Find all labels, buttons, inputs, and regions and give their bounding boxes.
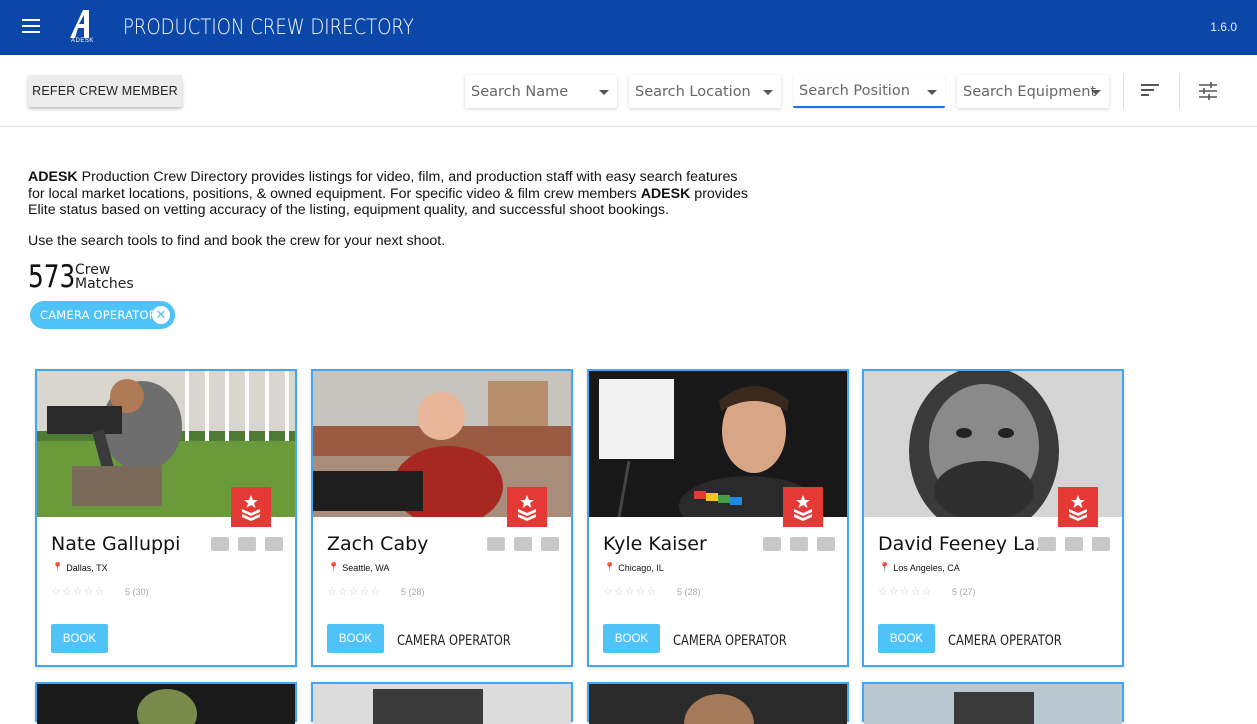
camera-equipment-icon: [1038, 537, 1056, 551]
location-pin-icon: 📍: [328, 562, 340, 572]
crew-card[interactable]: Kyle Kaiser 📍 Chicago, IL ☆☆☆☆☆ 5 (28) BO…: [587, 369, 849, 667]
brand-name: ADESK: [640, 185, 691, 202]
rating-count: 5 (28): [401, 587, 425, 597]
crew-position: CAMERA OPERATOR: [673, 633, 787, 649]
star-rating: ☆☆☆☆☆: [603, 586, 658, 598]
equipment-icons: [487, 537, 559, 551]
crew-photo: [37, 684, 295, 724]
crew-location: 📍 Dallas, TX: [52, 562, 108, 573]
vehicle-equipment-icon: [541, 537, 559, 551]
book-button[interactable]: BOOK: [878, 624, 935, 653]
match-label-line: Matches: [75, 276, 134, 292]
search-position-placeholder: Search Position: [799, 82, 910, 99]
crew-card[interactable]: Nate Galluppi 📍 Dallas, TX ☆☆☆☆☆ 5 (30) B…: [35, 369, 297, 667]
version-label: 1.6.0: [1210, 20, 1237, 34]
brand-name: ADESK: [28, 169, 78, 185]
lighting-equipment-icon: [514, 537, 532, 551]
search-name-placeholder: Search Name: [471, 83, 569, 100]
match-count-label: Crew Matches: [75, 263, 134, 291]
lighting-equipment-icon: [1065, 537, 1083, 551]
location-text: Los Angeles, CA: [893, 562, 960, 573]
location-text: Seattle, WA: [342, 562, 390, 573]
dropdown-caret-icon: [763, 90, 773, 95]
active-filter-chip[interactable]: CAMERA OPERATOR ✕: [30, 301, 175, 329]
vehicle-equipment-icon: [817, 537, 835, 551]
crew-name: David Feeney La...: [878, 533, 1048, 555]
elite-badge: [1058, 487, 1098, 527]
crew-location: 📍 Chicago, IL: [604, 562, 664, 573]
star-rating: ☆☆☆☆☆: [51, 586, 106, 598]
page-title: PRODUCTION CREW DIRECTORY: [123, 15, 414, 39]
match-count: 573: [28, 259, 76, 295]
crew-photo: [864, 684, 1122, 724]
elite-badge: [231, 487, 271, 527]
vehicle-equipment-icon: [265, 537, 283, 551]
location-text: Chicago, IL: [618, 562, 664, 573]
location-text: Dallas, TX: [66, 562, 108, 573]
toolbar-divider: [1179, 73, 1180, 109]
equipment-icons: [211, 537, 283, 551]
rating-count: 5 (28): [677, 587, 701, 597]
sort-icon[interactable]: [1141, 84, 1159, 98]
close-icon[interactable]: ✕: [152, 306, 170, 324]
crew-location: 📍 Los Angeles, CA: [879, 562, 960, 573]
dropdown-caret-icon: [599, 90, 609, 95]
crew-card[interactable]: [311, 682, 573, 724]
lighting-equipment-icon: [238, 537, 256, 551]
search-position-select[interactable]: Search Position: [793, 75, 945, 108]
rating-count: 5 (27): [952, 587, 976, 597]
search-equipment-select[interactable]: Search Equipment: [957, 75, 1109, 108]
search-location-select[interactable]: Search Location: [629, 75, 781, 108]
book-button[interactable]: BOOK: [603, 624, 660, 653]
equipment-icons: [1038, 537, 1110, 551]
elite-badge: [507, 487, 547, 527]
book-button[interactable]: BOOK: [51, 624, 108, 653]
crew-name: Nate Galluppi: [51, 533, 181, 555]
intro-paragraph: ADESK Production Crew Directory provides…: [28, 169, 748, 219]
crew-name: Zach Caby: [327, 533, 429, 555]
elite-badge: [783, 487, 823, 527]
search-equipment-placeholder: Search Equipment: [963, 83, 1097, 100]
refer-crew-member-button[interactable]: REFER CREW MEMBER: [28, 75, 182, 107]
crew-photo: [589, 684, 847, 724]
crew-card[interactable]: [862, 682, 1124, 724]
menu-icon[interactable]: [22, 19, 40, 35]
crew-name: Kyle Kaiser: [603, 533, 707, 555]
camera-equipment-icon: [487, 537, 505, 551]
crew-position: CAMERA OPERATOR: [397, 633, 511, 649]
crew-location: 📍 Seattle, WA: [328, 562, 389, 573]
dropdown-caret-icon: [927, 90, 937, 95]
filter-toolbar: REFER CREW MEMBER Search Name Search Loc…: [0, 55, 1257, 127]
crew-card[interactable]: [587, 682, 849, 724]
crew-card[interactable]: David Feeney La... 📍 Los Angeles, CA ☆☆☆☆…: [862, 369, 1124, 667]
chip-label: CAMERA OPERATOR: [40, 308, 157, 322]
match-label-line: Crew: [75, 262, 111, 278]
intro-cta: Use the search tools to find and book th…: [28, 233, 446, 249]
star-rating: ☆☆☆☆☆: [878, 586, 933, 598]
camera-equipment-icon: [763, 537, 781, 551]
dropdown-caret-icon: [1091, 90, 1101, 95]
location-pin-icon: 📍: [879, 562, 891, 572]
logo-text: ADESK: [71, 38, 94, 44]
equipment-icons: [763, 537, 835, 551]
tune-filters-icon[interactable]: [1199, 82, 1217, 100]
location-pin-icon: 📍: [52, 562, 64, 572]
camera-equipment-icon: [211, 537, 229, 551]
crew-card[interactable]: Zach Caby 📍 Seattle, WA ☆☆☆☆☆ 5 (28) BOOK…: [311, 369, 573, 667]
star-rating: ☆☆☆☆☆: [327, 586, 382, 598]
crew-position: CAMERA OPERATOR: [948, 633, 1062, 649]
intro-text: Production Crew Directory provides listi…: [28, 169, 738, 202]
search-location-placeholder: Search Location: [635, 83, 751, 100]
rating-count: 5 (30): [125, 587, 149, 597]
toolbar-divider: [1123, 73, 1124, 109]
search-name-select[interactable]: Search Name: [465, 75, 617, 108]
app-bar: ADESK PRODUCTION CREW DIRECTORY 1.6.0: [0, 0, 1257, 55]
book-button[interactable]: BOOK: [327, 624, 384, 653]
crew-photo: [313, 684, 571, 724]
crew-card[interactable]: [35, 682, 297, 724]
location-pin-icon: 📍: [604, 562, 616, 572]
vehicle-equipment-icon: [1092, 537, 1110, 551]
lighting-equipment-icon: [790, 537, 808, 551]
